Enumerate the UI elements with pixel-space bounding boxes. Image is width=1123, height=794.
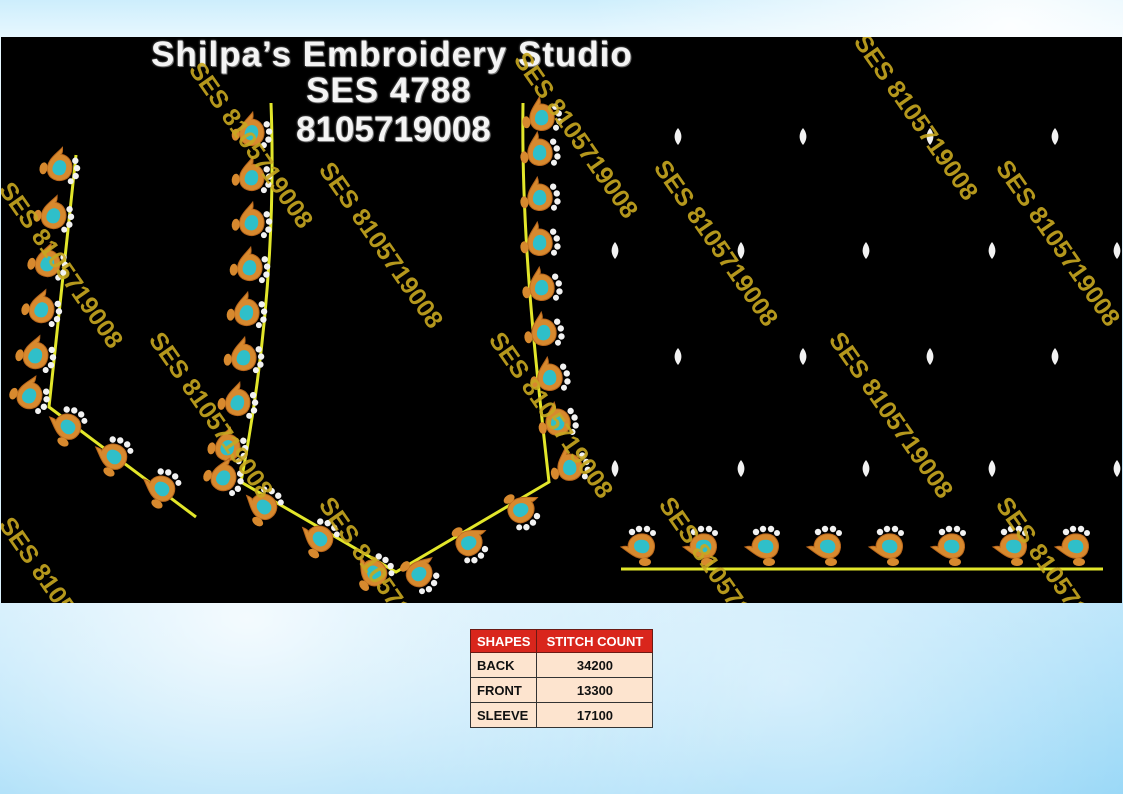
back-shape-outline xyxy=(5,143,197,519)
stitch-count-table: SHAPES STITCH COUNT BACK 34200 FRONT 133… xyxy=(469,629,654,728)
stitch-count-cell: 13300 xyxy=(536,677,654,703)
table-header-row: SHAPES STITCH COUNT xyxy=(469,629,654,653)
shape-cell: BACK xyxy=(469,652,538,678)
sleeve-border-outline xyxy=(620,525,1103,571)
shape-cell: SLEEVE xyxy=(469,702,538,728)
stitch-count-cell: 34200 xyxy=(536,652,654,678)
column-header-shapes: SHAPES xyxy=(469,629,538,653)
sleeve-butta-pattern xyxy=(611,128,1121,477)
front-shape-outline xyxy=(199,94,593,599)
embroidery-design-panel: Shilpa’s Embroidery Studio SES 4788 8105… xyxy=(1,37,1122,603)
table-row: SLEEVE 17100 xyxy=(469,702,654,728)
phone-number: 8105719008 xyxy=(296,110,491,149)
table-row: FRONT 13300 xyxy=(469,677,654,703)
column-header-stitch-count: STITCH COUNT xyxy=(536,629,654,653)
studio-name: Shilpa’s Embroidery Studio xyxy=(151,37,633,74)
studio-header: Shilpa’s Embroidery Studio SES 4788 8105… xyxy=(1,37,781,157)
shape-cell: FRONT xyxy=(469,677,538,703)
table-row: BACK 34200 xyxy=(469,652,654,678)
design-code: SES 4788 xyxy=(306,71,472,110)
stitch-count-cell: 17100 xyxy=(536,702,654,728)
